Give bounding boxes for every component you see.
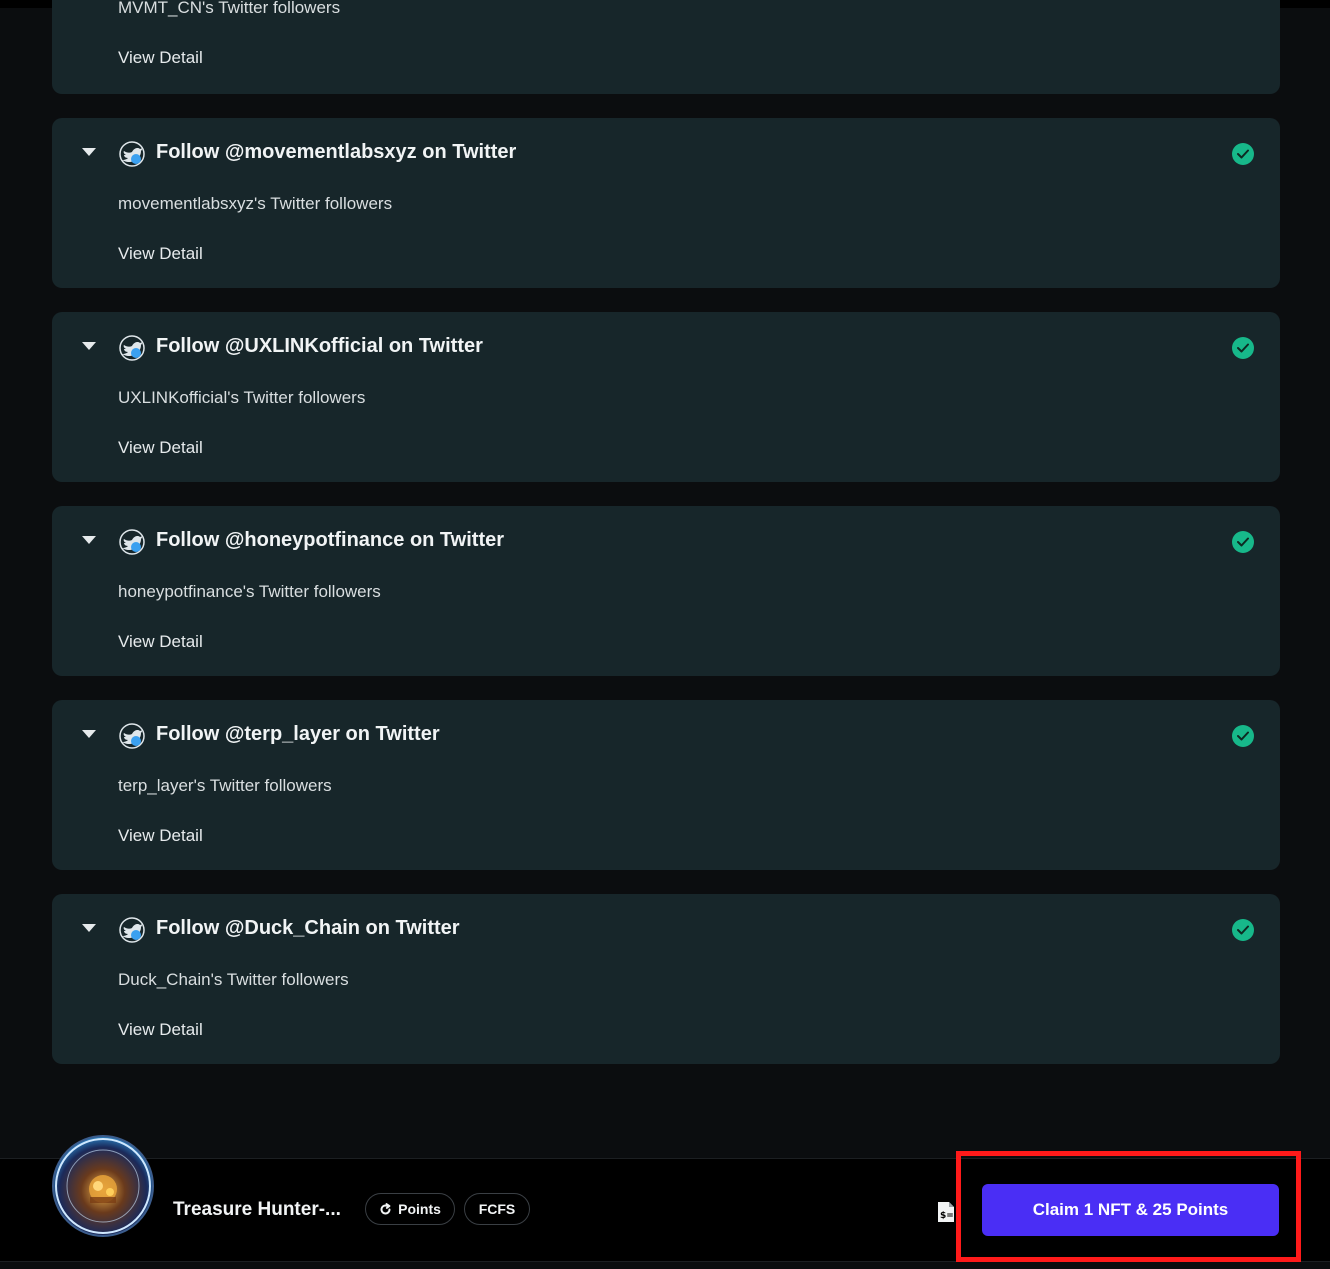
chevron-down-icon[interactable] bbox=[82, 924, 96, 932]
task-header[interactable]: Follow @honeypotfinance on Twitter bbox=[52, 528, 1280, 558]
task-header[interactable]: Follow @UXLINKofficial on Twitter bbox=[52, 334, 1280, 364]
task-title: Follow @Duck_Chain on Twitter bbox=[156, 917, 460, 939]
chevron-down-icon[interactable] bbox=[82, 148, 96, 156]
task-description: movementlabsxyz's Twitter followers bbox=[118, 194, 393, 213]
task-description: Duck_Chain's Twitter followers bbox=[118, 970, 349, 989]
view-detail-link[interactable]: View Detail bbox=[118, 244, 203, 264]
task-card: Follow @terp_layer on Twitter terp_layer… bbox=[52, 700, 1280, 870]
points-tag: Points bbox=[365, 1193, 455, 1225]
view-detail-link[interactable]: View Detail bbox=[118, 1020, 203, 1040]
task-title: Follow @honeypotfinance on Twitter bbox=[156, 529, 505, 551]
view-detail-link[interactable]: View Detail bbox=[118, 632, 203, 652]
view-detail-link[interactable]: View Detail bbox=[118, 826, 203, 846]
twitter-bird-icon bbox=[119, 723, 145, 749]
check-circle-icon bbox=[1232, 725, 1254, 747]
page: MVMT_CN's Twitter followers View Detail … bbox=[0, 0, 1330, 1269]
task-description: terp_layer's Twitter followers bbox=[118, 776, 332, 795]
document-dollar-icon[interactable]: $= bbox=[936, 1201, 956, 1223]
task-card: Follow @movementlabsxyz on Twitter movem… bbox=[52, 118, 1280, 288]
view-detail-link[interactable]: View Detail bbox=[118, 438, 203, 458]
task-description: MVMT_CN's Twitter followers bbox=[118, 0, 341, 17]
chevron-down-icon[interactable] bbox=[82, 536, 96, 544]
chevron-down-icon[interactable] bbox=[82, 342, 96, 350]
project-name[interactable]: Treasure Hunter-... bbox=[173, 1199, 341, 1221]
task-title: Follow @UXLINKofficial on Twitter bbox=[156, 335, 483, 357]
fcfs-tag-label: FCFS bbox=[478, 1201, 516, 1217]
check-circle-icon bbox=[1232, 531, 1254, 553]
refresh-icon bbox=[380, 1202, 391, 1214]
svg-text:$=: $= bbox=[940, 1211, 954, 1221]
task-card-partial: MVMT_CN's Twitter followers View Detail bbox=[52, 0, 1280, 94]
chevron-down-icon[interactable] bbox=[82, 730, 96, 738]
task-title: Follow @terp_layer on Twitter bbox=[156, 723, 440, 745]
task-title: Follow @movementlabsxyz on Twitter bbox=[156, 141, 517, 163]
twitter-bird-icon bbox=[119, 335, 145, 361]
points-tag-label: Points bbox=[398, 1201, 441, 1217]
check-circle-icon bbox=[1232, 337, 1254, 359]
twitter-bird-icon bbox=[119, 529, 145, 555]
task-description: UXLINKofficial's Twitter followers bbox=[118, 388, 366, 407]
task-header[interactable]: Follow @movementlabsxyz on Twitter bbox=[52, 140, 1280, 170]
project-avatar[interactable] bbox=[52, 1135, 154, 1237]
check-circle-icon bbox=[1232, 143, 1254, 165]
task-card: Follow @UXLINKofficial on Twitter UXLINK… bbox=[52, 312, 1280, 482]
twitter-bird-icon bbox=[119, 917, 145, 943]
task-header[interactable]: Follow @Duck_Chain on Twitter bbox=[52, 916, 1280, 946]
task-card: Follow @honeypotfinance on Twitter honey… bbox=[52, 506, 1280, 676]
view-detail-link[interactable]: View Detail bbox=[118, 48, 203, 68]
task-description: honeypotfinance's Twitter followers bbox=[118, 582, 381, 601]
fcfs-tag: FCFS bbox=[464, 1193, 530, 1225]
task-card: Follow @Duck_Chain on Twitter Duck_Chain… bbox=[52, 894, 1280, 1064]
twitter-bird-icon bbox=[119, 141, 145, 167]
task-header[interactable]: Follow @terp_layer on Twitter bbox=[52, 722, 1280, 752]
check-circle-icon bbox=[1232, 919, 1254, 941]
bottom-bar: Treasure Hunter-... Points FCFS $= Claim… bbox=[0, 1135, 1330, 1262]
claim-button[interactable]: Claim 1 NFT & 25 Points bbox=[982, 1184, 1279, 1236]
